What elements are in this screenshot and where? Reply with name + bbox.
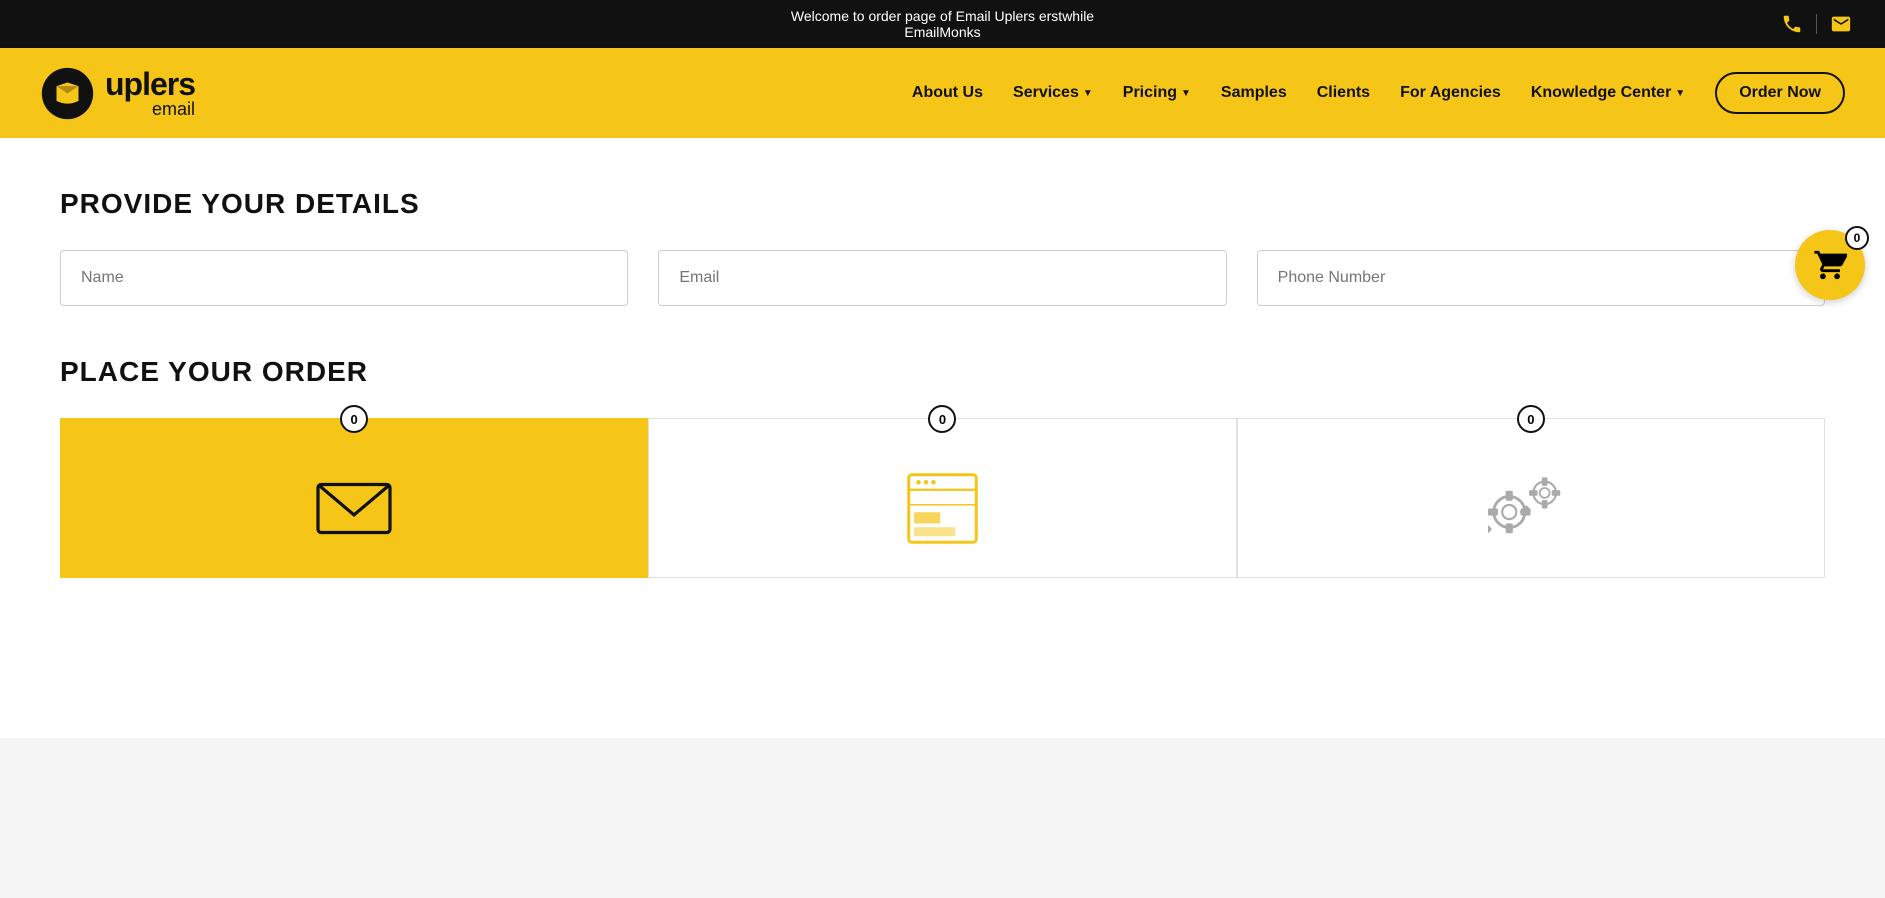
nav-item-samples[interactable]: Samples: [1221, 84, 1287, 102]
automation-card-icon-area: [1468, 431, 1593, 566]
knowledge-center-chevron: ▼: [1675, 88, 1685, 99]
provide-details-title: PROVIDE YOUR DETAILS: [60, 188, 1825, 220]
place-order-title: PLACE YOUR ORDER: [60, 356, 1825, 388]
banner-text: Welcome to order page of Email Uplers er…: [791, 8, 1094, 40]
cart-icon: [1813, 248, 1847, 282]
header: uplers email About Us Services ▼ Pricing…: [0, 48, 1885, 138]
order-card-automation[interactable]: 0: [1237, 418, 1825, 578]
details-form: [60, 250, 1825, 306]
email-input[interactable]: [658, 250, 1226, 306]
cart-container: 0: [1795, 230, 1865, 300]
phone-input[interactable]: [1257, 250, 1825, 306]
order-now-button[interactable]: Order Now: [1715, 72, 1845, 114]
cart-button[interactable]: 0: [1795, 230, 1865, 300]
pricing-chevron: ▼: [1181, 88, 1191, 99]
template-card-badge: 0: [928, 405, 956, 433]
logo-icon: [40, 66, 95, 121]
cart-count-badge: 0: [1845, 226, 1869, 250]
logo-text: uplers email: [105, 68, 195, 118]
order-card-template[interactable]: 0: [648, 418, 1236, 578]
order-cards-wrapper: 0 0: [60, 418, 1825, 578]
top-banner: Welcome to order page of Email Uplers er…: [0, 0, 1885, 48]
banner-icons: [1778, 10, 1855, 38]
banner-divider: [1816, 14, 1817, 34]
order-cards: 0 0: [60, 418, 1825, 578]
nav-item-services[interactable]: Services ▼: [1013, 84, 1093, 102]
nav-item-clients[interactable]: Clients: [1317, 84, 1370, 102]
nav-item-knowledge-center[interactable]: Knowledge Center ▼: [1531, 84, 1685, 102]
template-card-icon-area: [885, 431, 1000, 566]
envelope-icon: [314, 476, 394, 541]
automation-card-badge: 0: [1517, 405, 1545, 433]
phone-icon[interactable]: [1778, 10, 1806, 38]
nav-item-pricing[interactable]: Pricing ▼: [1123, 84, 1191, 102]
nav-item-about[interactable]: About Us: [912, 84, 983, 102]
main-content: PROVIDE YOUR DETAILS PLACE YOUR ORDER 0: [0, 138, 1885, 738]
order-card-email[interactable]: 0: [60, 418, 648, 578]
gears-icon: [1488, 471, 1573, 546]
email-card-badge: 0: [340, 405, 368, 433]
logo[interactable]: uplers email: [40, 66, 195, 121]
services-chevron: ▼: [1083, 88, 1093, 99]
email-card-icon-area: [294, 436, 414, 561]
name-input[interactable]: [60, 250, 628, 306]
template-icon: [905, 471, 980, 546]
email-icon[interactable]: [1827, 10, 1855, 38]
main-nav: About Us Services ▼ Pricing ▼ Samples Cl…: [912, 72, 1845, 114]
nav-item-for-agencies[interactable]: For Agencies: [1400, 84, 1501, 102]
